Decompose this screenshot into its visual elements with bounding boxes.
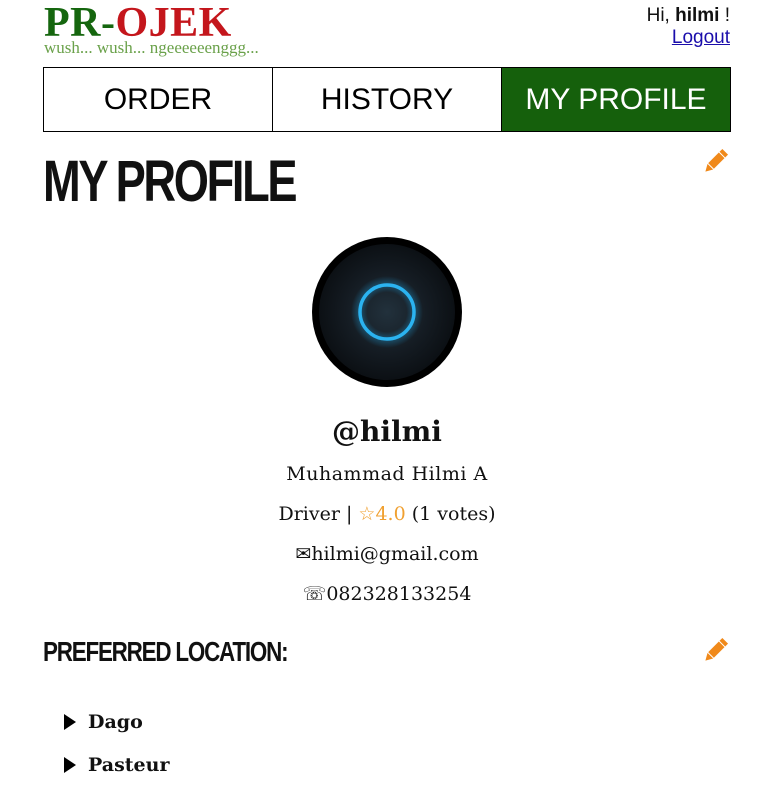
location-name: Pasteur [88,754,170,776]
profile-email-line: ✉hilmi@gmail.com [0,542,768,566]
tab-history[interactable]: HISTORY [273,68,502,131]
profile-phone-line: ☏082328133254 [0,582,768,606]
profile-rating: 4.0 [375,503,406,525]
profile-email: hilmi@gmail.com [311,543,479,565]
greeting-username: hilmi [675,5,720,26]
app-tagline: wush... wush... ngeeeeeenggg... [44,38,259,57]
greeting-suffix: ! [719,5,730,26]
page-title: MY PROFILE [43,149,298,214]
phone-icon: ☏ [302,583,327,605]
profile-role: Driver [278,503,340,525]
tab-order[interactable]: ORDER [44,68,273,131]
email-icon: ✉ [295,543,312,565]
tab-my-profile[interactable]: MY PROFILE [502,68,730,131]
role-separator: | [339,503,359,525]
profile-username: @hilmi [332,415,442,448]
user-greeting: Hi, hilmi ! [647,5,730,27]
profile-role-rating: Driver | ☆4.0 (1 votes) [0,502,768,526]
edit-location-pencil-icon[interactable] [700,634,732,666]
profile-phone: 082328133254 [326,583,472,605]
triangle-bullet-icon [64,714,76,730]
main-nav-tabs: ORDER HISTORY MY PROFILE [43,67,731,132]
logout-link[interactable]: Logout [672,27,730,49]
profile-full-name: Muhammad Hilmi A [286,463,488,485]
location-list-item: Dago [64,710,143,734]
location-list-item: Pasteur [64,753,169,777]
edit-profile-pencil-icon[interactable] [700,145,732,177]
profile-votes: (1 votes) [411,503,496,525]
avatar [312,237,462,387]
preferred-location-title: PREFERRED LOCATION: [43,636,289,667]
location-name: Dago [88,711,143,733]
triangle-bullet-icon [64,757,76,773]
star-icon: ☆ [358,503,376,525]
greeting-prefix: Hi, [646,5,676,26]
